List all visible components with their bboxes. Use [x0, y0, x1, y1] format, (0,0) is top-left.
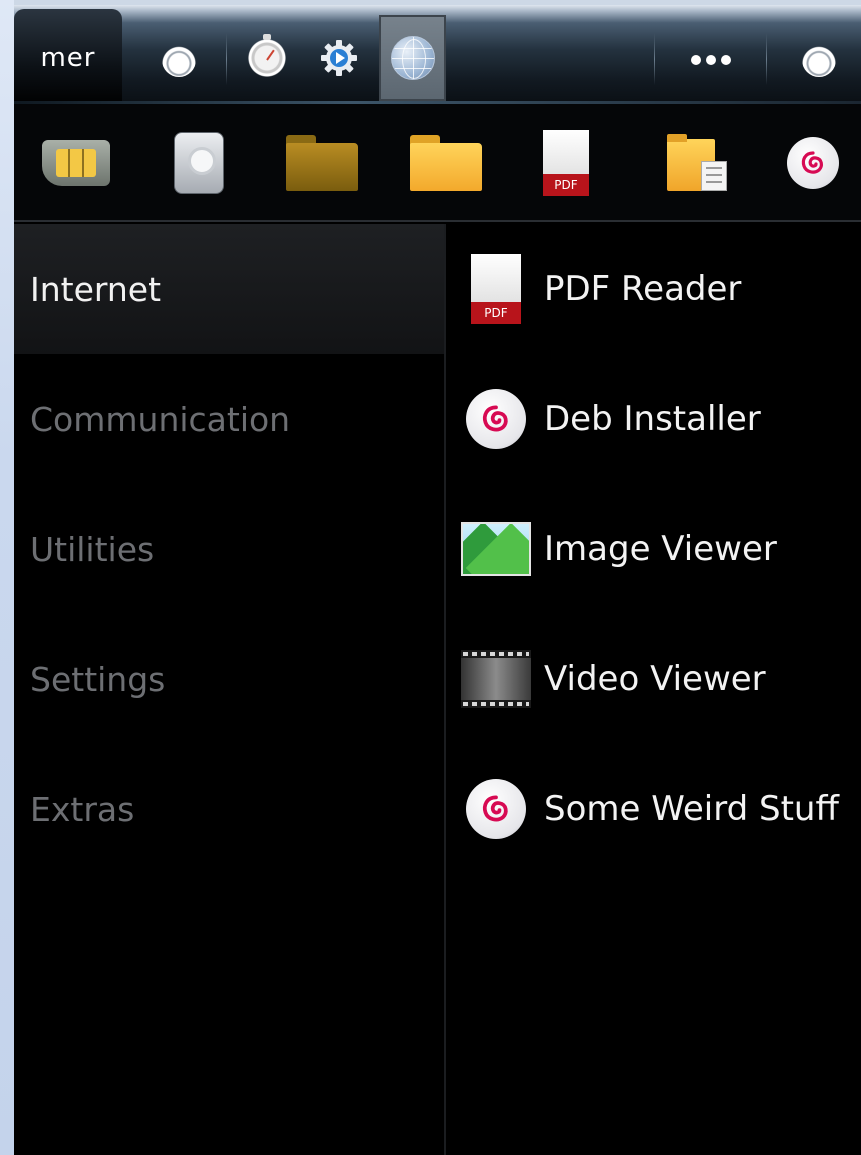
- app-label: Image Viewer: [544, 529, 777, 569]
- shortcut-bar: PDF: [14, 104, 861, 222]
- pdf-icon-label: PDF: [543, 174, 589, 196]
- category-settings[interactable]: Settings: [14, 614, 444, 744]
- category-internet[interactable]: Internet: [14, 224, 444, 354]
- app-label: Some Weird Stuff: [544, 789, 839, 829]
- category-label: Utilities: [30, 529, 155, 569]
- sim-card-icon[interactable]: [38, 126, 114, 200]
- more-dots-icon[interactable]: [676, 35, 746, 85]
- app-some-weird-stuff[interactable]: Some Weird Stuff: [460, 744, 861, 874]
- app-list: PDF PDF Reader Deb Installer Image Viewe…: [460, 224, 861, 1155]
- pdf-shortcut-icon[interactable]: PDF: [536, 126, 596, 200]
- globe-tab-active[interactable]: [379, 15, 446, 101]
- mer-logo-text: mer: [40, 42, 96, 73]
- globe-icon: [390, 36, 435, 80]
- top-bar: mer: [14, 0, 861, 106]
- app-image-viewer[interactable]: Image Viewer: [460, 484, 861, 614]
- category-extras[interactable]: Extras: [14, 744, 444, 874]
- category-list: Internet Communication Utilities Setting…: [14, 224, 444, 1155]
- category-utilities[interactable]: Utilities: [14, 484, 444, 614]
- pdf-icon: PDF: [460, 253, 532, 325]
- power-ring-icon[interactable]: [794, 35, 844, 85]
- mer-logo: mer: [40, 43, 95, 73]
- image-viewer-icon: [460, 513, 532, 585]
- app-video-viewer[interactable]: Video Viewer: [460, 614, 861, 744]
- app-label: PDF Reader: [544, 269, 742, 309]
- app-label: Video Viewer: [544, 659, 766, 699]
- film-strip-icon: [460, 643, 532, 715]
- document-folder-icon[interactable]: [662, 126, 732, 200]
- pdf-icon-label: PDF: [471, 302, 521, 324]
- folder-icon[interactable]: [406, 126, 486, 200]
- device-screen: mer PDF Internet Communication Utilities…: [14, 0, 861, 1155]
- debian-swirl-icon[interactable]: [778, 126, 848, 200]
- stopwatch-icon[interactable]: [242, 33, 292, 83]
- folder-dark-icon[interactable]: [282, 126, 362, 200]
- radio-ring-icon[interactable]: [154, 35, 204, 85]
- app-pdf-reader[interactable]: PDF PDF Reader: [460, 224, 861, 354]
- hard-drive-icon[interactable]: [164, 126, 234, 200]
- category-label: Extras: [30, 789, 135, 829]
- category-communication[interactable]: Communication: [14, 354, 444, 484]
- debian-swirl-icon: [460, 383, 532, 455]
- app-label: Deb Installer: [544, 399, 761, 439]
- mer-logo-tab[interactable]: mer: [14, 9, 122, 106]
- category-label: Internet: [30, 269, 162, 309]
- category-label: Settings: [30, 659, 166, 699]
- debian-swirl-icon: [460, 773, 532, 845]
- panel-divider: [444, 224, 446, 1155]
- gear-play-icon[interactable]: [314, 33, 364, 83]
- category-label: Communication: [30, 399, 291, 439]
- app-deb-installer[interactable]: Deb Installer: [460, 354, 861, 484]
